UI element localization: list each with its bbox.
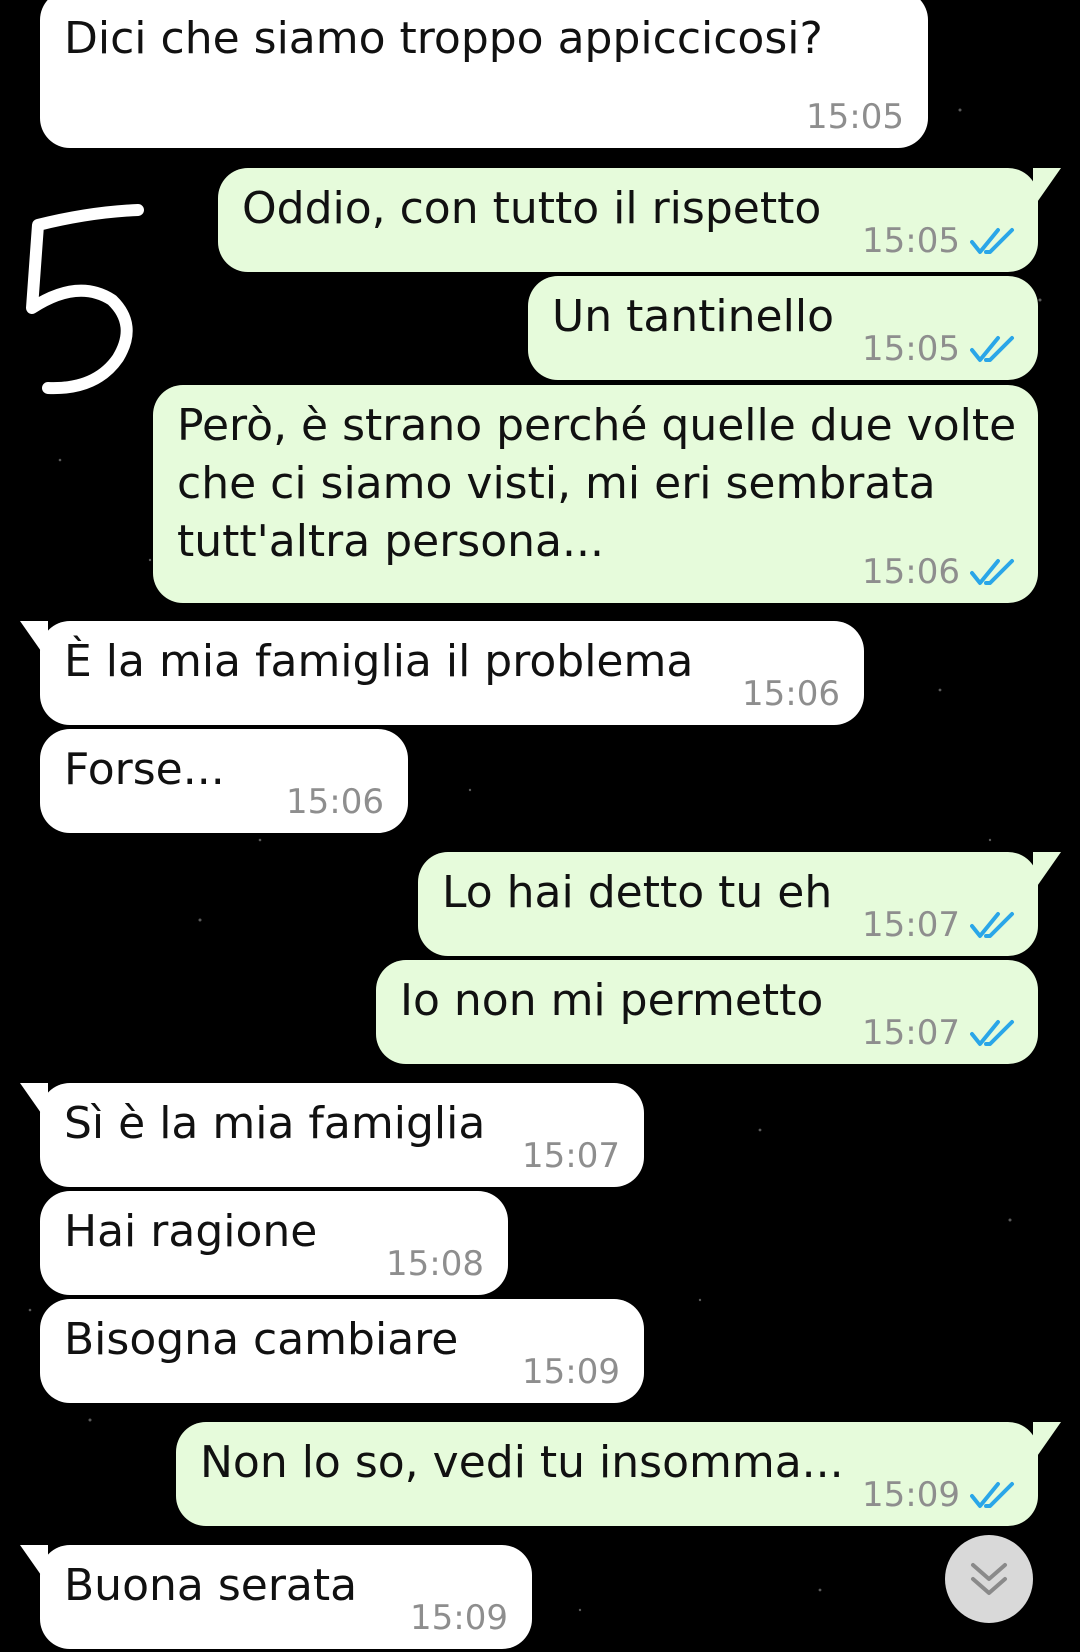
message-time: 15:09 <box>862 1475 960 1515</box>
message-bubble-outgoing[interactable]: Un tantinello 15:05 <box>528 276 1038 380</box>
message-bubble-incoming[interactable]: Dici che siamo troppo appiccicosi? 15:05 <box>40 0 928 148</box>
message-time: 15:08 <box>386 1244 484 1284</box>
message-text: Oddio, con tutto il rispetto <box>242 183 822 234</box>
message-bubble-incoming[interactable]: Buona serata 15:09 <box>40 1545 532 1649</box>
double-check-icon <box>970 912 1014 938</box>
message-time: 15:05 <box>862 329 960 369</box>
message-text: Hai ragione <box>64 1206 318 1257</box>
message-time: 15:09 <box>410 1598 508 1638</box>
message-time: 15:06 <box>862 552 960 592</box>
message-time: 15:09 <box>522 1352 620 1392</box>
double-check-icon <box>970 1482 1014 1508</box>
message-text: Lo hai detto tu eh <box>442 867 833 918</box>
message-bubble-incoming[interactable]: Hai ragione 15:08 <box>40 1191 508 1295</box>
message-bubble-outgoing[interactable]: Però, è strano perché quelle due volte c… <box>153 385 1038 603</box>
message-text: Però, è strano perché quelle due volte c… <box>177 400 1017 567</box>
message-text: Buona serata <box>64 1560 358 1611</box>
scroll-to-bottom-button[interactable] <box>945 1535 1033 1623</box>
message-text: Forse... <box>64 744 225 795</box>
message-time: 15:07 <box>862 905 960 945</box>
message-bubble-incoming[interactable]: È la mia famiglia il problema 15:06 <box>40 621 864 725</box>
message-bubble-outgoing[interactable]: Non lo so, vedi tu insomma... 15:09 <box>176 1422 1038 1526</box>
message-time: 15:06 <box>286 782 384 822</box>
message-text: Bisogna cambiare <box>64 1314 459 1365</box>
message-bubble-incoming[interactable]: Sì è la mia famiglia 15:07 <box>40 1083 644 1187</box>
double-check-icon <box>970 336 1014 362</box>
message-text: Io non mi permetto <box>400 975 824 1026</box>
message-bubble-outgoing[interactable]: Io non mi permetto 15:07 <box>376 960 1038 1064</box>
svg-text:5: 5 <box>20 190 21 191</box>
double-check-icon <box>970 1020 1014 1046</box>
message-time: 15:07 <box>522 1136 620 1176</box>
message-bubble-outgoing[interactable]: Lo hai detto tu eh 15:07 <box>418 852 1038 956</box>
message-text: È la mia famiglia il problema <box>64 636 694 687</box>
message-bubble-incoming[interactable]: Forse... 15:06 <box>40 729 408 833</box>
double-check-icon <box>970 228 1014 254</box>
message-text: Non lo so, vedi tu insomma... <box>200 1437 844 1488</box>
message-text: Sì è la mia famiglia <box>64 1098 486 1149</box>
double-check-icon <box>970 559 1014 585</box>
message-text: Un tantinello <box>552 291 834 342</box>
message-bubble-incoming[interactable]: Bisogna cambiare 15:09 <box>40 1299 644 1403</box>
message-time: 15:07 <box>862 1013 960 1053</box>
message-time: 15:06 <box>742 674 840 714</box>
message-time: 15:05 <box>862 221 960 261</box>
chevron-double-down-icon <box>971 1563 1007 1595</box>
message-text: Dici che siamo troppo appiccicosi? <box>64 13 823 64</box>
message-bubble-outgoing[interactable]: Oddio, con tutto il rispetto 15:05 <box>218 168 1038 272</box>
handwritten-five-annotation: 5 <box>20 190 144 395</box>
message-time: 15:05 <box>806 97 904 137</box>
